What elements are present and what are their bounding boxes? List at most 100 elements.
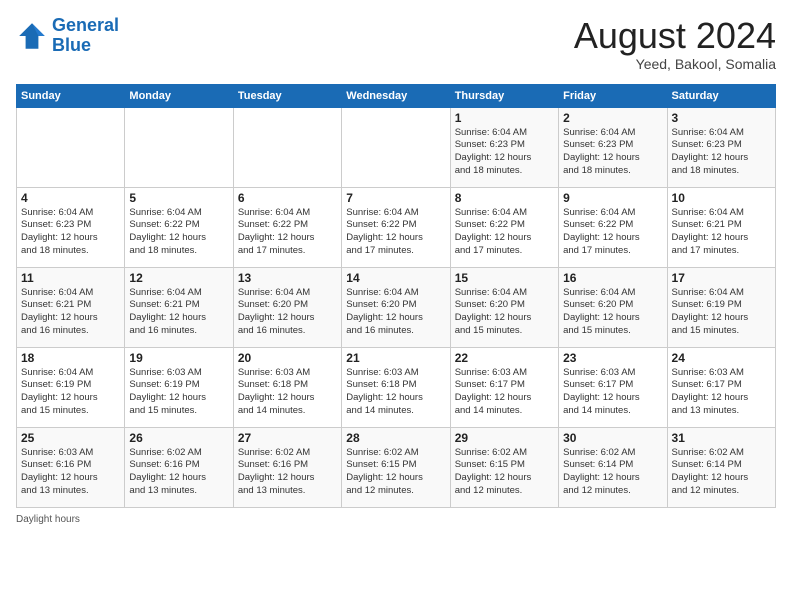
day-number: 2 (563, 111, 662, 125)
day-number: 13 (238, 271, 337, 285)
day-info: Sunrise: 6:03 AM Sunset: 6:17 PM Dayligh… (455, 367, 554, 418)
day-number: 19 (129, 351, 228, 365)
day-cell: 3Sunrise: 6:04 AM Sunset: 6:23 PM Daylig… (667, 107, 775, 187)
page-header: General Blue August 2024 Yeed, Bakool, S… (16, 16, 776, 72)
day-number: 30 (563, 431, 662, 445)
day-info: Sunrise: 6:04 AM Sunset: 6:20 PM Dayligh… (238, 287, 337, 338)
day-number: 15 (455, 271, 554, 285)
day-info: Sunrise: 6:04 AM Sunset: 6:20 PM Dayligh… (346, 287, 445, 338)
day-cell: 4Sunrise: 6:04 AM Sunset: 6:23 PM Daylig… (17, 187, 125, 267)
day-cell (17, 107, 125, 187)
header-cell-tuesday: Tuesday (233, 84, 341, 107)
day-number: 12 (129, 271, 228, 285)
day-number: 10 (672, 191, 771, 205)
day-number: 26 (129, 431, 228, 445)
day-number: 31 (672, 431, 771, 445)
week-row-3: 11 Sunrise: 6:04 AM Sunset: 6:21 PM Dayli… (17, 267, 776, 347)
day-info: Sunrise: 6:04 AM Sunset: 6:19 PM Dayligh… (21, 367, 120, 418)
day-number: 23 (563, 351, 662, 365)
day-info: Sunrise: 6:04 AM Sunset: 6:23 PM Dayligh… (672, 127, 771, 178)
day-info: Sunrise: 6:03 AM Sunset: 6:18 PM Dayligh… (346, 367, 445, 418)
day-cell (233, 107, 341, 187)
logo-icon (16, 20, 48, 52)
day-number: 6 (238, 191, 337, 205)
header-cell-thursday: Thursday (450, 84, 558, 107)
title-block: August 2024 Yeed, Bakool, Somalia (574, 16, 776, 72)
day-info: Sunrise: 6:03 AM Sunset: 6:19 PM Dayligh… (129, 367, 228, 418)
day-cell: 23 Sunrise: 6:03 AM Sunset: 6:17 PM Dayli… (559, 347, 667, 427)
day-info: Sunrise: 6:04 AM Sunset: 6:20 PM Dayligh… (455, 287, 554, 338)
day-cell: 18Sunrise: 6:04 AM Sunset: 6:19 PM Dayli… (17, 347, 125, 427)
day-info: Sunrise: 6:04 AM Sunset: 6:19 PM Dayligh… (672, 287, 771, 338)
day-info: Sunrise: 6:02 AM Sunset: 6:14 PM Dayligh… (672, 447, 771, 498)
header-cell-saturday: Saturday (667, 84, 775, 107)
day-info: Sunrise: 6:04 AM Sunset: 6:21 PM Dayligh… (21, 287, 120, 338)
day-info: Sunrise: 6:04 AM Sunset: 6:23 PM Dayligh… (563, 127, 662, 178)
day-cell: 10 Sunrise: 6:04 AM Sunset: 6:21 PM Dayli… (667, 187, 775, 267)
day-number: 8 (455, 191, 554, 205)
day-info: Sunrise: 6:04 AM Sunset: 6:22 PM Dayligh… (563, 207, 662, 258)
day-number: 17 (672, 271, 771, 285)
day-info: Sunrise: 6:03 AM Sunset: 6:16 PM Dayligh… (21, 447, 120, 498)
month-title: August 2024 (574, 16, 776, 56)
day-cell: 11 Sunrise: 6:04 AM Sunset: 6:21 PM Dayli… (17, 267, 125, 347)
calendar-header: SundayMondayTuesdayWednesdayThursdayFrid… (17, 84, 776, 107)
day-cell (342, 107, 450, 187)
day-number: 20 (238, 351, 337, 365)
day-info: Sunrise: 6:04 AM Sunset: 6:22 PM Dayligh… (238, 207, 337, 258)
day-number: 5 (129, 191, 228, 205)
day-number: 4 (21, 191, 120, 205)
day-number: 29 (455, 431, 554, 445)
day-number: 24 (672, 351, 771, 365)
week-row-4: 18Sunrise: 6:04 AM Sunset: 6:19 PM Dayli… (17, 347, 776, 427)
day-info: Sunrise: 6:03 AM Sunset: 6:17 PM Dayligh… (563, 367, 662, 418)
day-number: 9 (563, 191, 662, 205)
day-cell: 6 Sunrise: 6:04 AM Sunset: 6:22 PM Daylig… (233, 187, 341, 267)
calendar-table: SundayMondayTuesdayWednesdayThursdayFrid… (16, 84, 776, 508)
day-cell: 28 Sunrise: 6:02 AM Sunset: 6:15 PM Dayli… (342, 427, 450, 507)
day-cell: 20Sunrise: 6:03 AM Sunset: 6:18 PM Dayli… (233, 347, 341, 427)
day-info: Sunrise: 6:02 AM Sunset: 6:16 PM Dayligh… (238, 447, 337, 498)
day-cell: 8 Sunrise: 6:04 AM Sunset: 6:22 PM Daylig… (450, 187, 558, 267)
day-cell: 24Sunrise: 6:03 AM Sunset: 6:17 PM Dayli… (667, 347, 775, 427)
day-info: Sunrise: 6:04 AM Sunset: 6:23 PM Dayligh… (455, 127, 554, 178)
day-cell: 22 Sunrise: 6:03 AM Sunset: 6:17 PM Dayli… (450, 347, 558, 427)
day-number: 25 (21, 431, 120, 445)
day-number: 16 (563, 271, 662, 285)
day-cell: 16Sunrise: 6:04 AM Sunset: 6:20 PM Dayli… (559, 267, 667, 347)
day-info: Sunrise: 6:04 AM Sunset: 6:22 PM Dayligh… (455, 207, 554, 258)
day-info: Sunrise: 6:04 AM Sunset: 6:22 PM Dayligh… (129, 207, 228, 258)
day-number: 7 (346, 191, 445, 205)
footer-note: Daylight hours (16, 514, 776, 525)
header-cell-monday: Monday (125, 84, 233, 107)
day-info: Sunrise: 6:04 AM Sunset: 6:21 PM Dayligh… (672, 207, 771, 258)
logo: General Blue (16, 16, 119, 56)
day-info: Sunrise: 6:02 AM Sunset: 6:15 PM Dayligh… (346, 447, 445, 498)
day-cell: 17 Sunrise: 6:04 AM Sunset: 6:19 PM Dayli… (667, 267, 775, 347)
day-number: 1 (455, 111, 554, 125)
day-cell: 1 Sunrise: 6:04 AM Sunset: 6:23 PM Daylig… (450, 107, 558, 187)
day-cell: 15 Sunrise: 6:04 AM Sunset: 6:20 PM Dayli… (450, 267, 558, 347)
day-cell: 29 Sunrise: 6:02 AM Sunset: 6:15 PM Dayli… (450, 427, 558, 507)
day-cell: 14Sunrise: 6:04 AM Sunset: 6:20 PM Dayli… (342, 267, 450, 347)
day-cell: 25 Sunrise: 6:03 AM Sunset: 6:16 PM Dayli… (17, 427, 125, 507)
day-cell: 26 Sunrise: 6:02 AM Sunset: 6:16 PM Dayli… (125, 427, 233, 507)
week-row-5: 25 Sunrise: 6:03 AM Sunset: 6:16 PM Dayli… (17, 427, 776, 507)
day-info: Sunrise: 6:02 AM Sunset: 6:15 PM Dayligh… (455, 447, 554, 498)
header-cell-friday: Friday (559, 84, 667, 107)
day-cell: 19 Sunrise: 6:03 AM Sunset: 6:19 PM Dayli… (125, 347, 233, 427)
day-number: 21 (346, 351, 445, 365)
day-cell: 27Sunrise: 6:02 AM Sunset: 6:16 PM Dayli… (233, 427, 341, 507)
day-cell: 31 Sunrise: 6:02 AM Sunset: 6:14 PM Dayli… (667, 427, 775, 507)
day-info: Sunrise: 6:02 AM Sunset: 6:14 PM Dayligh… (563, 447, 662, 498)
day-info: Sunrise: 6:02 AM Sunset: 6:16 PM Dayligh… (129, 447, 228, 498)
day-number: 11 (21, 271, 120, 285)
day-cell: 7Sunrise: 6:04 AM Sunset: 6:22 PM Daylig… (342, 187, 450, 267)
day-cell: 5 Sunrise: 6:04 AM Sunset: 6:22 PM Daylig… (125, 187, 233, 267)
week-row-2: 4Sunrise: 6:04 AM Sunset: 6:23 PM Daylig… (17, 187, 776, 267)
day-number: 22 (455, 351, 554, 365)
day-cell: 21 Sunrise: 6:03 AM Sunset: 6:18 PM Dayli… (342, 347, 450, 427)
day-cell: 9 Sunrise: 6:04 AM Sunset: 6:22 PM Daylig… (559, 187, 667, 267)
day-number: 28 (346, 431, 445, 445)
header-cell-sunday: Sunday (17, 84, 125, 107)
